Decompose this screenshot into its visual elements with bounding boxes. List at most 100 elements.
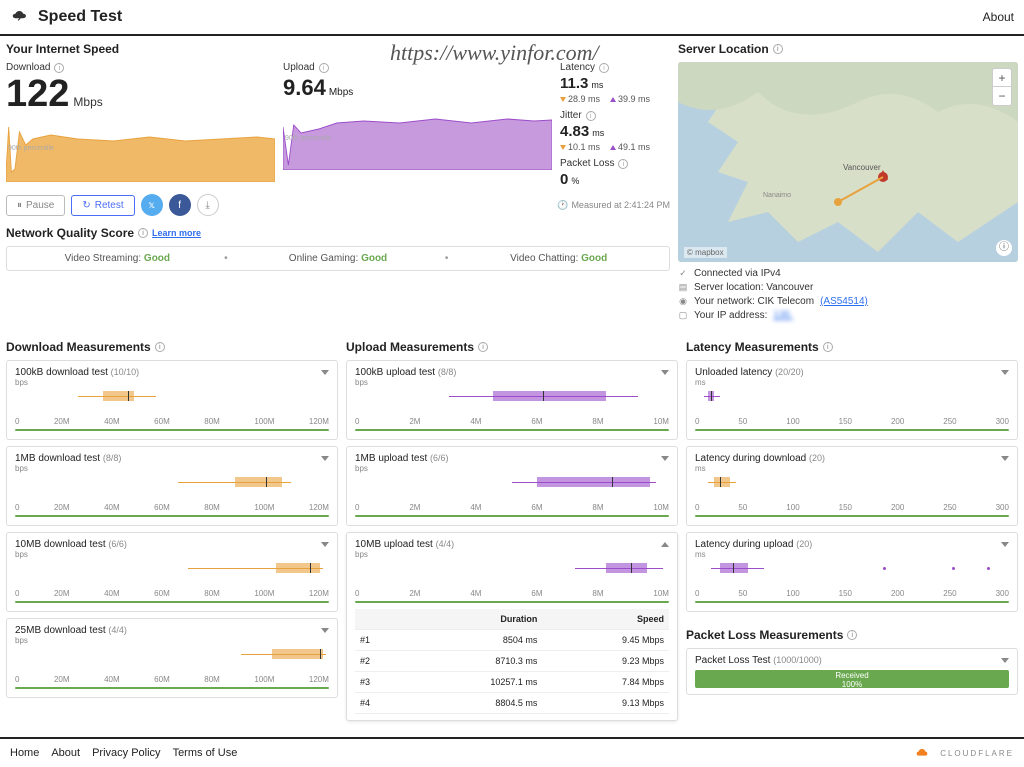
chevron-down-icon[interactable] [661, 370, 669, 375]
upload-unit: Mbps [329, 87, 353, 98]
info-icon[interactable]: i [138, 228, 148, 238]
cloud-speed-icon [10, 9, 32, 26]
info-icon[interactable]: i [823, 342, 833, 352]
progress-bar [15, 515, 329, 517]
svg-text:Vancouver: Vancouver [843, 163, 881, 172]
test-name: 10MB download test [15, 539, 106, 550]
chevron-down-icon[interactable] [321, 628, 329, 633]
test-name: 100kB download test [15, 367, 108, 378]
download-icon[interactable]: ⤓ [197, 194, 219, 216]
box-plot [15, 389, 329, 403]
box-plot [695, 561, 1009, 575]
info-icon[interactable]: i [618, 159, 628, 169]
chevron-down-icon[interactable] [1001, 542, 1009, 547]
down-arrow-icon [560, 145, 566, 150]
progress-bar [15, 429, 329, 431]
zoom-in-button[interactable]: + [993, 69, 1011, 87]
test-count: (20) [809, 453, 825, 463]
received-bar: Received100% [695, 670, 1009, 688]
progress-bar [15, 687, 329, 689]
chevron-down-icon[interactable] [661, 456, 669, 461]
latency-value: 11.3 [560, 75, 588, 92]
jitter-value: 4.83 [560, 123, 589, 140]
chevron-down-icon[interactable] [1001, 370, 1009, 375]
svg-text:Nanaimo: Nanaimo [763, 192, 791, 199]
twitter-icon[interactable]: 𝕩 [141, 194, 163, 216]
box-plot [695, 389, 1009, 403]
test-name: 1MB download test [15, 453, 100, 464]
box-plot [695, 475, 1009, 489]
page-title: Speed Test [38, 8, 122, 26]
progress-bar [355, 429, 669, 431]
mapbox-attribution: © mapbox [684, 247, 727, 258]
box-plot [15, 647, 329, 661]
cloudflare-logo: CLOUDFLARE [916, 747, 1014, 759]
progress-bar [15, 601, 329, 603]
footer-link[interactable]: Terms of Use [173, 747, 238, 759]
info-icon[interactable]: i [586, 111, 596, 121]
download-label: Download [6, 62, 50, 73]
progress-bar [355, 515, 669, 517]
ip-link[interactable]: 135. [773, 310, 792, 321]
test-count: (8/8) [438, 367, 457, 377]
box-plot [15, 475, 329, 489]
measurement-card: 1MB upload test (6/6) bps 02M4M6M8M10M [346, 446, 678, 526]
footer-link[interactable]: About [51, 747, 80, 759]
server-location-title: Server Location [678, 42, 769, 56]
test-name: Latency during download [695, 453, 806, 464]
box-plot [355, 389, 669, 403]
chevron-down-icon[interactable] [1001, 658, 1009, 663]
test-count: (8/8) [103, 453, 122, 463]
test-count: (6/6) [430, 453, 449, 463]
info-icon[interactable]: i [773, 44, 783, 54]
chevron-down-icon[interactable] [321, 370, 329, 375]
pause-button[interactable]: ⏸Pause [6, 195, 65, 216]
facebook-icon[interactable]: f [169, 194, 191, 216]
results-table: DurationSpeed#18504 ms9.45 Mbps#28710.3 … [355, 609, 669, 714]
progress-bar [695, 515, 1009, 517]
test-name: Packet Loss Test [695, 655, 770, 666]
down-arrow-icon [560, 97, 566, 102]
chevron-down-icon[interactable] [1001, 456, 1009, 461]
map-info-button[interactable]: ⓘ [996, 240, 1012, 256]
info-icon[interactable]: i [319, 63, 329, 73]
asn-link[interactable]: (AS54514) [820, 296, 868, 307]
footer-link[interactable]: Home [10, 747, 39, 759]
measurement-card: 100kB upload test (8/8) bps 02M4M6M8M10M [346, 360, 678, 440]
download-chart: 90th percentile [6, 117, 275, 182]
chevron-down-icon[interactable] [321, 456, 329, 461]
about-link[interactable]: About [983, 10, 1014, 24]
test-count: (6/6) [108, 539, 127, 549]
map[interactable]: Vancouver Nanaimo +− ⓘ © mapbox [678, 62, 1018, 262]
packet-loss-label: Packet Loss [560, 158, 614, 169]
chevron-up-icon[interactable] [661, 542, 669, 547]
zoom-out-button[interactable]: − [993, 87, 1011, 105]
test-count: (4/4) [108, 625, 127, 635]
test-name: 1MB upload test [355, 453, 427, 464]
latency-label: Latency [560, 62, 595, 73]
retest-button[interactable]: ↻Retest [71, 195, 134, 216]
measurement-card: Latency during download (20) ms 05010015… [686, 446, 1018, 526]
learn-more-link[interactable]: Learn more [152, 228, 201, 238]
progress-bar [695, 429, 1009, 431]
upload-chart: 90th percentile [283, 105, 552, 170]
download-unit: Mbps [73, 96, 102, 108]
clock-icon: 🕐 [557, 200, 568, 211]
packet-loss-value: 0 [560, 171, 568, 188]
info-icon[interactable]: i [847, 630, 857, 640]
box-plot [355, 561, 669, 575]
test-count: (10/10) [111, 367, 140, 377]
info-icon[interactable]: i [155, 342, 165, 352]
server-icon: ▤ [678, 282, 688, 293]
info-icon[interactable]: i [54, 63, 64, 73]
measurement-card: 10MB download test (6/6) bps 020M40M60M8… [6, 532, 338, 612]
chevron-down-icon[interactable] [321, 542, 329, 547]
info-icon[interactable]: i [478, 342, 488, 352]
globe-icon: ◉ [678, 296, 688, 307]
info-icon[interactable]: i [599, 63, 609, 73]
jitter-label: Jitter [560, 110, 582, 121]
upload-label: Upload [283, 62, 315, 73]
your-speed-title: Your Internet Speed [6, 42, 670, 56]
measurement-card: 10MB upload test (4/4) bps 02M4M6M8M10M … [346, 532, 678, 721]
footer-link[interactable]: Privacy Policy [92, 747, 160, 759]
